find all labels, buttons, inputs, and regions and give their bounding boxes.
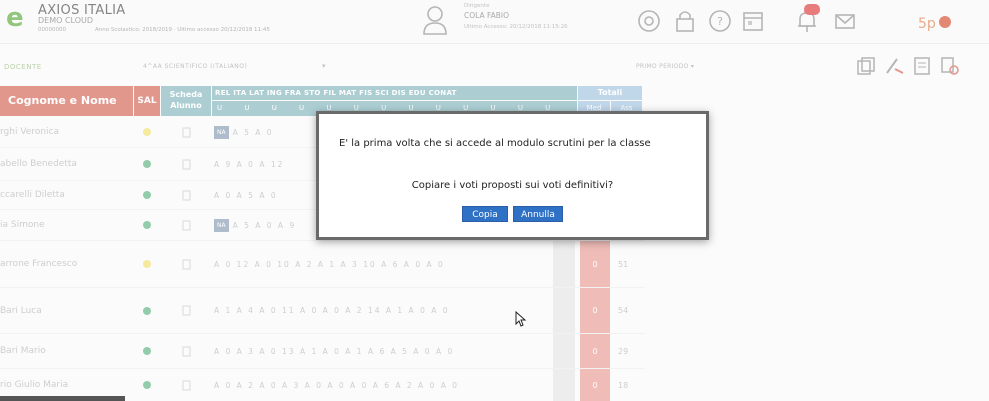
mouse-cursor-icon <box>515 310 527 327</box>
dialog-message-line1: E' la prima volta che si accede al modul… <box>339 138 651 149</box>
copia-button[interactable]: Copia <box>462 206 508 222</box>
dialog-message-line2: Copiare i voti proposti sui voti definit… <box>411 180 614 191</box>
stage: e AXIOS ITALIA DEMO CLOUD 00000000 Anno … <box>0 0 989 401</box>
copy-votes-dialog: E' la prima volta che si accede al modul… <box>316 111 709 240</box>
annulla-button[interactable]: Annulla <box>513 206 563 222</box>
bottom-bar <box>0 396 125 401</box>
